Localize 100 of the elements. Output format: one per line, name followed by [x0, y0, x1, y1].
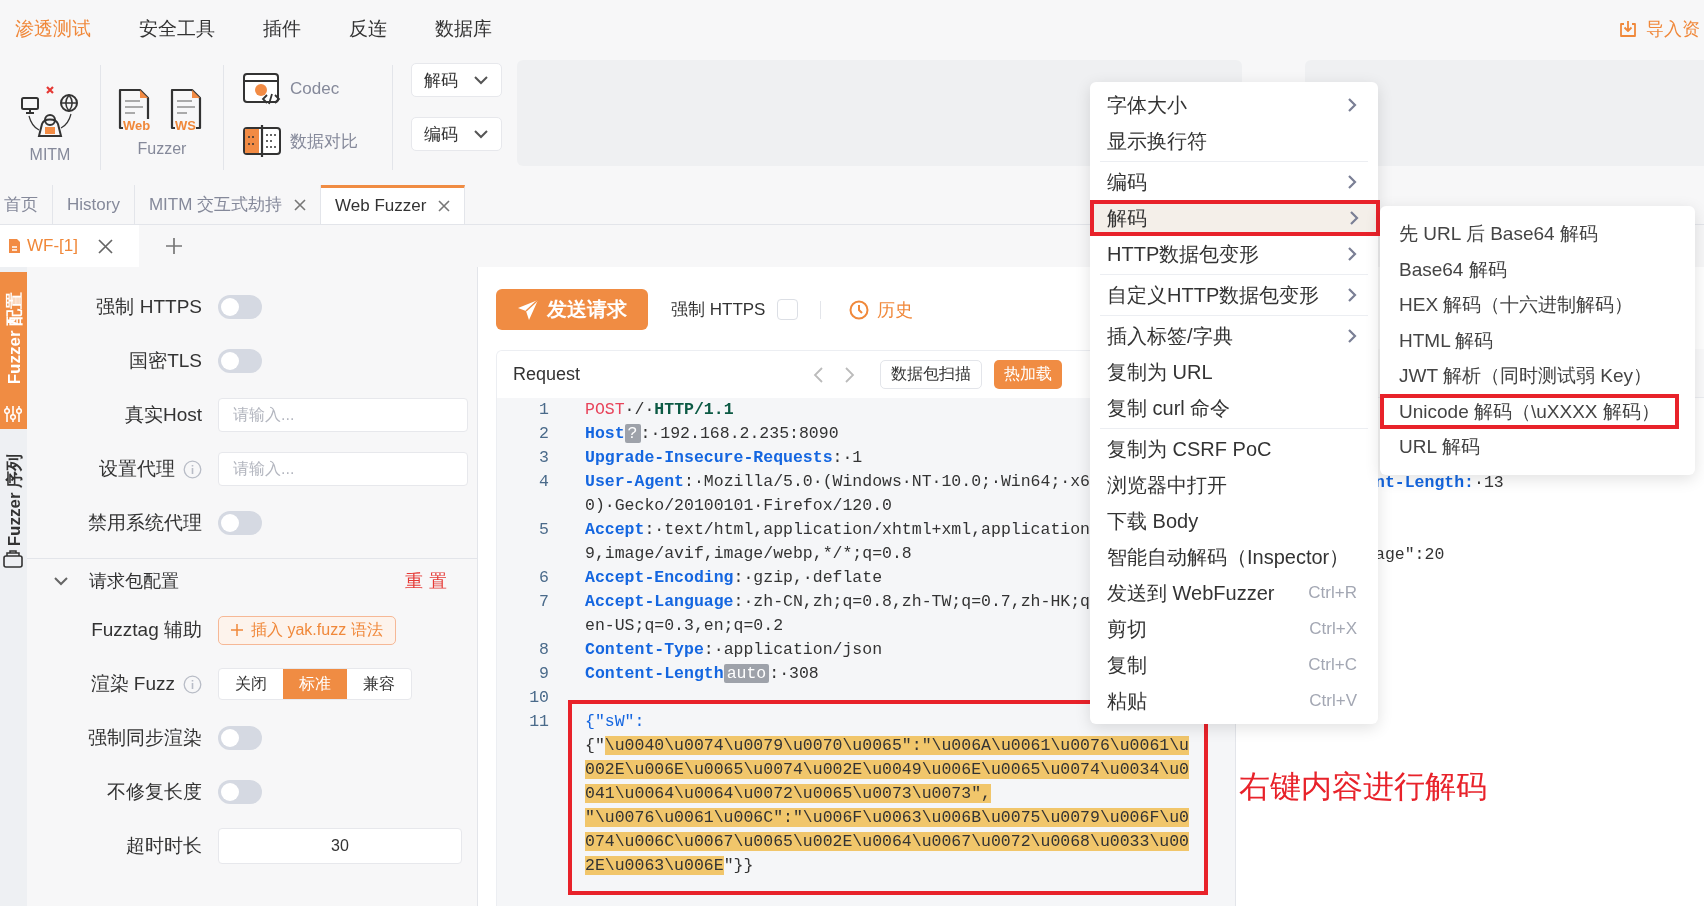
menu-item[interactable]: 编码: [1090, 164, 1378, 200]
code-line: 0)·Gecko/20100101·Firefox/120.0: [585, 495, 893, 517]
menu-item[interactable]: 复制 curl 命令: [1090, 390, 1378, 426]
menu-item[interactable]: 复制为 URL: [1090, 354, 1378, 390]
line-number: 4: [538, 471, 549, 493]
menu-item[interactable]: Base64 解码: [1380, 251, 1695, 287]
menu-item[interactable]: URL 解码: [1380, 429, 1695, 465]
setting-label: 渲染 Fuzz: [90, 672, 175, 696]
menu-item[interactable]: HEX 解码（十六进制解码）: [1380, 287, 1695, 323]
code-line: Accept-Language:·zh-CN,zh;q=0.8,zh-TW;q=0.7,zh-HK;q: [585, 591, 1090, 613]
code-line: Accept-Encoding:·gzip,·deflate: [585, 567, 883, 589]
panel-button[interactable]: 数据包扫描: [880, 360, 983, 389]
menu-item[interactable]: 先 URL 后 Base64 解码: [1380, 216, 1695, 252]
menu-item[interactable]: 粘贴 Ctrl+V: [1090, 683, 1378, 719]
menu-item[interactable]: 解码: [1090, 200, 1380, 236]
send-icon: [517, 298, 539, 321]
setting-label: 不修复长度: [107, 780, 202, 804]
setting-label: Fuzztag 辅助: [91, 618, 202, 642]
menu-item[interactable]: 自定义HTTP数据包变形: [1090, 277, 1378, 313]
section-title: 请求包配置: [89, 570, 180, 593]
import-icon: [1618, 19, 1638, 39]
dropdown[interactable]: 解码: [411, 63, 502, 97]
menu-item[interactable]: 字体大小: [1090, 87, 1378, 123]
menu-item[interactable]: 复制为 CSRF PoC: [1090, 431, 1378, 467]
input-field[interactable]: 请输入...: [218, 452, 468, 486]
segment-option[interactable]: 关闭: [219, 669, 283, 699]
chevron-right-icon: [1349, 210, 1359, 226]
code-line: {"sW":: [585, 711, 646, 733]
menu-item[interactable]: 插入标签/字典: [1090, 318, 1378, 354]
menu-item[interactable]: Unicode 解码（\uXXXX 解码）: [1380, 393, 1679, 429]
chevron-right-icon: [1347, 246, 1357, 262]
back-icon[interactable]: [812, 365, 825, 384]
line-number: 10: [528, 687, 549, 709]
line-number: 1: [538, 399, 549, 421]
setting-label: 真实Host: [124, 403, 202, 427]
line-number: 9: [538, 663, 549, 685]
number-field[interactable]: 30: [218, 828, 462, 864]
dropdown[interactable]: 编码: [411, 117, 502, 151]
line-number: 6: [538, 567, 549, 589]
code-line: Accept:·text/html,application/xhtml+xml,application: [585, 519, 1090, 541]
toggle-switch[interactable]: [218, 349, 262, 373]
compare-icon: [242, 124, 282, 158]
code-line: age":20: [1375, 544, 1446, 566]
mitm-drawing: [19, 84, 81, 138]
segment-option[interactable]: 兼容: [347, 669, 411, 699]
menu-item[interactable]: 数据库: [435, 16, 492, 42]
info-icon: [183, 674, 202, 694]
setting-label: 强制同步渲染: [88, 726, 202, 750]
code-line: POST·/·HTTP/1.1: [585, 399, 734, 421]
toggle-switch[interactable]: [218, 726, 262, 750]
menu-item[interactable]: 反连: [349, 16, 387, 42]
setting-label: 设置代理: [99, 457, 175, 481]
setting-label: 强制 HTTPS: [96, 295, 202, 319]
menu-item[interactable]: 复制 Ctrl+C: [1090, 647, 1378, 683]
menu-item[interactable]: 浏览器中打开: [1090, 467, 1378, 503]
menu-item[interactable]: 智能自动解码（Inspector）: [1090, 539, 1378, 575]
annotation-text: 右键内容进行解码: [1239, 768, 1487, 806]
tab[interactable]: Web Fuzzer: [321, 185, 466, 224]
input-field[interactable]: 请输入...: [218, 398, 468, 432]
setting-label: 国密TLS: [129, 349, 202, 373]
toggle-switch[interactable]: [218, 780, 262, 804]
chevron-down-icon: [473, 129, 489, 139]
close-icon[interactable]: [438, 200, 451, 212]
document-icon: [169, 88, 203, 130]
reset-link[interactable]: 重置: [405, 569, 453, 593]
close-icon[interactable]: [98, 238, 113, 254]
document-icon: [8, 238, 21, 254]
menu-item[interactable]: HTML 解码: [1380, 322, 1695, 358]
toggle-switch[interactable]: [218, 295, 262, 319]
line-number: 5: [538, 519, 549, 541]
menu-item[interactable]: 剪切 Ctrl+X: [1090, 611, 1378, 647]
menu-item[interactable]: 下载 Body: [1090, 503, 1378, 539]
line-number: 8: [538, 639, 549, 661]
checkbox[interactable]: [777, 299, 799, 320]
line-number: 3: [538, 447, 549, 469]
menu-item[interactable]: 发送到 WebFuzzer Ctrl+R: [1090, 575, 1378, 611]
menu-item[interactable]: JWT 解析（同时测试弱 Key）: [1380, 358, 1695, 394]
chevron-down-icon[interactable]: [53, 576, 69, 586]
setting-label: 禁用系统代理: [88, 511, 202, 535]
chevron-down-icon: [473, 75, 489, 85]
toggle-switch[interactable]: [218, 511, 262, 535]
chevron-right-icon: [1347, 328, 1357, 344]
menu-item[interactable]: HTTP数据包变形: [1090, 236, 1378, 272]
line-number: 2: [538, 423, 549, 445]
code-line: Content-Type:·application/json: [585, 639, 883, 661]
chevron-right-icon: [1347, 174, 1357, 190]
close-icon[interactable]: [294, 198, 307, 211]
menu-item[interactable]: 显示换行符: [1090, 123, 1378, 159]
forward-icon[interactable]: [844, 365, 857, 384]
code-line: nt-Length:·13: [1375, 472, 1505, 494]
side-tab[interactable]: Fuzzer 序列: [0, 447, 27, 574]
panel-title: Request: [513, 364, 581, 385]
menu-item[interactable]: 安全工具: [139, 16, 215, 42]
add-tab-icon[interactable]: [165, 237, 183, 255]
code-line: 9,image/avif,image/webp,*/*;q=0.8: [585, 543, 913, 565]
menu-item[interactable]: 插件: [263, 16, 301, 42]
group-label: Fuzzer: [137, 140, 187, 158]
stack-icon: [3, 550, 23, 568]
sliders-icon: [3, 405, 23, 423]
line-number: 11: [528, 711, 549, 733]
